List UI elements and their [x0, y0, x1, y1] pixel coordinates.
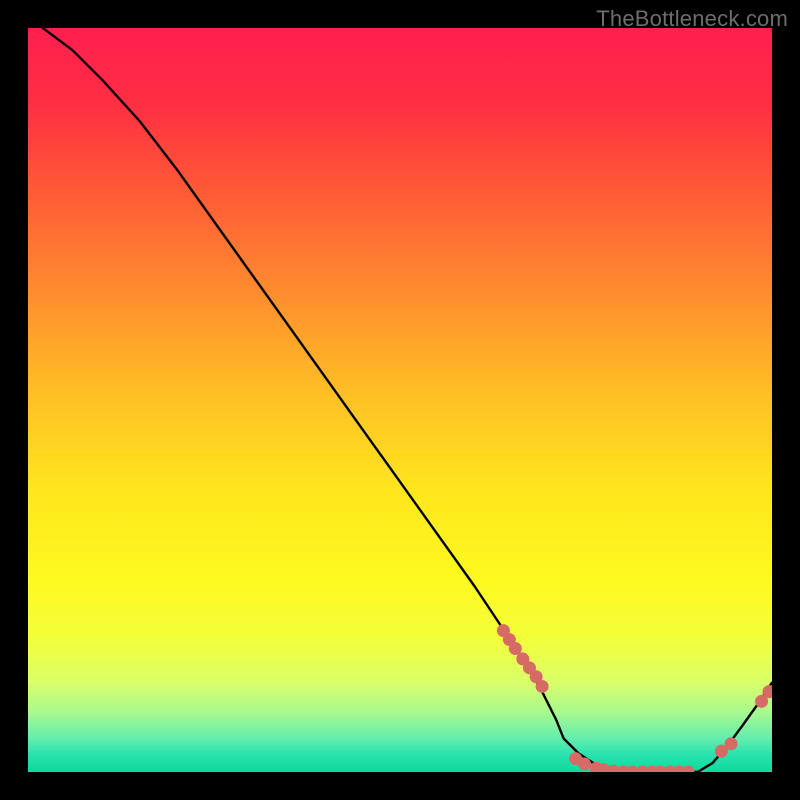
bottleneck-curve	[43, 28, 772, 772]
marker-point	[509, 642, 522, 655]
plot-area	[28, 28, 772, 772]
chart-stage: TheBottleneck.com	[0, 0, 800, 800]
chart-svg	[28, 28, 772, 772]
watermark-text: TheBottleneck.com	[596, 6, 788, 32]
marker-point	[578, 757, 591, 770]
marker-point	[536, 680, 549, 693]
marker-point	[725, 737, 738, 750]
curve-markers	[497, 624, 772, 772]
marker-point	[681, 766, 694, 773]
